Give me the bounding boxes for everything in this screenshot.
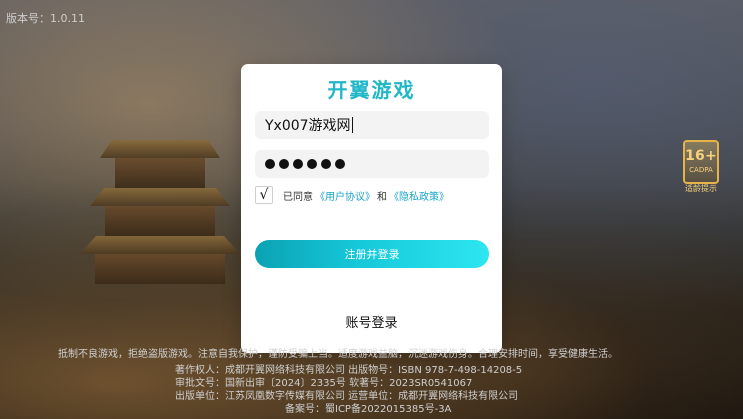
account-login-link[interactable]: 账号登录 bbox=[241, 312, 502, 331]
agreement-prefix: 已同意 bbox=[283, 191, 313, 203]
password-mask bbox=[265, 159, 345, 169]
register-login-button[interactable]: 注册并登录 bbox=[255, 240, 489, 268]
user-agreement-link[interactable]: 《用户协议》 bbox=[315, 188, 375, 203]
health-notice: 抵制不良游戏，拒绝盗版游戏。注意自我保护，谨防受骗上当。适度游戏益脑，沉迷游戏伤… bbox=[58, 349, 618, 360]
password-dot bbox=[265, 159, 275, 169]
username-value: Yx007游戏网 bbox=[265, 118, 351, 134]
password-dot bbox=[307, 159, 317, 169]
footer-line-2: 审批文号：国新出审〔2024〕2335号 软著号：2023SR0541067 bbox=[175, 378, 473, 389]
password-dot bbox=[335, 159, 345, 169]
footer-line-3: 出版单位：江苏凤凰数字传媒有限公司 运营单位：成都开翼网络科技有限公司 bbox=[175, 391, 519, 402]
password-input[interactable] bbox=[255, 150, 489, 178]
text-caret bbox=[351, 117, 353, 133]
footer-line-1: 著作权人：成都开翼网络科技有限公司 出版物号：ISBN 978-7-498-14… bbox=[175, 365, 523, 376]
agreement-row: √ 已同意 《用户协议》 和 《隐私政策》 bbox=[255, 185, 495, 205]
modal-title: 开翼游戏 bbox=[327, 78, 416, 102]
age-rating-badge: 16+ CADPA 适龄提示 bbox=[683, 140, 719, 193]
password-dot bbox=[321, 159, 331, 169]
login-modal: 开翼游戏 Yx007游戏网 √ 已同意 《用户协议》 和 《隐私政策》 注册并登… bbox=[241, 64, 502, 353]
check-icon: √ bbox=[259, 187, 269, 203]
background-temple bbox=[80, 140, 240, 310]
agreement-and: 和 bbox=[377, 191, 387, 203]
age-rating-number: 16+ bbox=[685, 148, 717, 164]
age-rating-footer: 适龄提示 bbox=[685, 184, 717, 193]
age-rating-org: CADPA bbox=[689, 166, 713, 174]
username-input[interactable]: Yx007游戏网 bbox=[255, 111, 489, 139]
password-dot bbox=[279, 159, 289, 169]
version-label: 版本号：1.0.11 bbox=[6, 12, 85, 25]
agreement-checkbox[interactable]: √ bbox=[255, 186, 273, 204]
privacy-policy-link[interactable]: 《隐私政策》 bbox=[389, 188, 449, 203]
footer-line-4: 备案号：蜀ICP备2022015385号-3A bbox=[285, 404, 452, 415]
password-dot bbox=[293, 159, 303, 169]
